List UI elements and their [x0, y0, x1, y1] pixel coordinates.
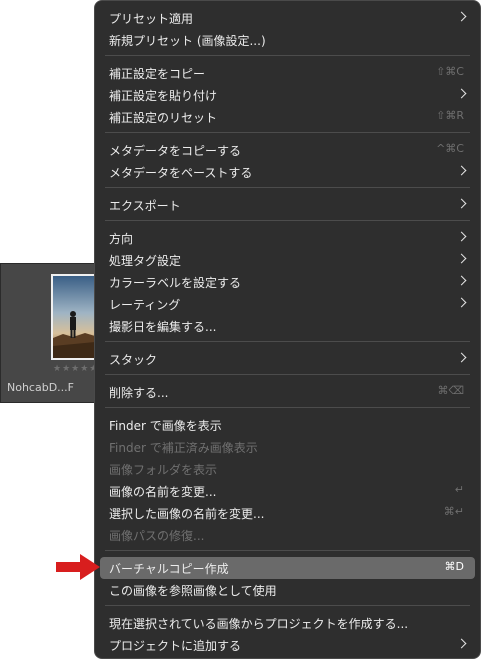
menu-separator [105, 550, 470, 551]
menu-item-label: プロジェクトに追加する [109, 639, 242, 653]
menu-item-delete[interactable]: 削除する... ⌘⌫ [100, 381, 475, 403]
menu-item-label: 処理タグ設定 [109, 254, 182, 268]
menu-item-label: 補正設定を貼り付け [109, 89, 218, 103]
shortcut-label: ⌘↵ [443, 505, 464, 518]
menu-item-repair-image-path[interactable]: 画像パスの修復... [100, 524, 475, 546]
menu-item-label: 現在選択されている画像からプロジェクトを作成する... [109, 617, 409, 631]
menu-item-paste-adjustments[interactable]: 補正設定を貼り付け [100, 84, 475, 106]
menu-item-label: メタデータをコピーする [109, 144, 242, 158]
menu-item-create-virtual-copy[interactable]: バーチャルコピー作成 ⌘D [100, 557, 475, 579]
menu-item-show-image-folder[interactable]: 画像フォルダを表示 [100, 458, 475, 480]
menu-item-label: プリセット適用 [109, 12, 194, 26]
shortcut-label: ^⌘C [436, 142, 464, 155]
chevron-right-icon [456, 11, 467, 22]
menu-item-export[interactable]: エクスポート [100, 194, 475, 216]
menu-item-label: 画像フォルダを表示 [109, 463, 218, 477]
menu-item-label: エクスポート [109, 199, 181, 213]
photo-thumbnail [53, 276, 95, 358]
menu-item-paste-metadata[interactable]: メタデータをペーストする [100, 161, 475, 183]
menu-item-label: この画像を参照画像として使用 [109, 584, 277, 598]
menu-separator [105, 187, 470, 188]
menu-item-label: 画像の名前を変更... [109, 485, 217, 499]
chevron-right-icon [456, 165, 467, 176]
menu-item-label: 方向 [109, 232, 134, 246]
shortcut-label: ⌘⌫ [437, 384, 464, 397]
menu-item-copy-adjustments[interactable]: 補正設定をコピー ⇧⌘C [100, 62, 475, 84]
shortcut-label: ⇧⌘R [436, 109, 464, 122]
menu-item-label: メタデータをペーストする [109, 166, 253, 180]
menu-item-color-label[interactable]: カラーラベルを設定する [100, 271, 475, 293]
menu-item-stack[interactable]: スタック [100, 348, 475, 370]
menu-separator [105, 220, 470, 221]
shortcut-label: ⇧⌘C [436, 65, 464, 78]
chevron-right-icon [456, 638, 467, 649]
menu-item-label: 補正設定のリセット [109, 111, 218, 125]
menu-item-label: カラーラベルを設定する [109, 276, 242, 290]
menu-item-edit-capture-date[interactable]: 撮影日を編集する... [100, 315, 475, 337]
menu-item-show-in-finder[interactable]: Finder で画像を表示 [100, 414, 475, 436]
menu-item-orientation[interactable]: 方向 [100, 227, 475, 249]
shortcut-label: ⌘D [444, 560, 464, 573]
chevron-right-icon [456, 352, 467, 363]
menu-item-new-preset[interactable]: 新規プリセット (画像設定...) [100, 29, 475, 51]
menu-item-label: Finder で画像を表示 [109, 419, 222, 433]
menu-item-rename-image[interactable]: 画像の名前を変更... ↵ [100, 480, 475, 502]
menu-item-create-project-from-selection[interactable]: 現在選択されている画像からプロジェクトを作成する... [100, 612, 475, 634]
menu-item-label: バーチャルコピー作成 [109, 562, 229, 576]
shortcut-label: ↵ [454, 483, 464, 496]
menu-item-label: 選択した画像の名前を変更... [109, 507, 265, 521]
menu-item-label: 新規プリセット (画像設定...) [109, 34, 266, 48]
menu-separator [105, 55, 470, 56]
chevron-right-icon [456, 253, 467, 264]
chevron-right-icon [456, 88, 467, 99]
menu-item-rating[interactable]: レーティング [100, 293, 475, 315]
menu-item-reset-adjustments[interactable]: 補正設定のリセット ⇧⌘R [100, 106, 475, 128]
menu-item-use-as-reference[interactable]: この画像を参照画像として使用 [100, 579, 475, 601]
menu-item-label: 撮影日を編集する... [109, 320, 217, 334]
menu-item-copy-metadata[interactable]: メタデータをコピーする ^⌘C [100, 139, 475, 161]
menu-separator [105, 407, 470, 408]
rating-stars[interactable]: ★★★★★ [53, 364, 98, 374]
menu-item-label: レーティング [109, 298, 181, 312]
chevron-right-icon [456, 297, 467, 308]
context-menu: プリセット適用 新規プリセット (画像設定...) 補正設定をコピー ⇧⌘C 補… [94, 0, 481, 659]
menu-item-rename-selected[interactable]: 選択した画像の名前を変更... ⌘↵ [100, 502, 475, 524]
thumbnail-frame[interactable] [51, 274, 97, 360]
chevron-right-icon [456, 231, 467, 242]
menu-separator [105, 132, 470, 133]
menu-item-label: 削除する... [109, 386, 169, 400]
menu-item-apply-preset[interactable]: プリセット適用 [100, 7, 475, 29]
menu-item-label: Finder で補正済み画像表示 [109, 441, 258, 455]
menu-item-process-tag[interactable]: 処理タグ設定 [100, 249, 475, 271]
menu-item-label: スタック [109, 353, 158, 367]
red-arrow-icon [56, 554, 100, 580]
menu-separator [105, 341, 470, 342]
menu-item-show-adjusted-in-finder[interactable]: Finder で補正済み画像表示 [100, 436, 475, 458]
menu-separator [105, 605, 470, 606]
chevron-right-icon [456, 198, 467, 209]
menu-separator [105, 374, 470, 375]
menu-item-add-to-project[interactable]: プロジェクトに追加する [100, 634, 475, 656]
chevron-right-icon [456, 275, 467, 286]
menu-item-label: 補正設定をコピー [109, 67, 206, 81]
menu-item-label: 画像パスの修復... [109, 529, 205, 543]
